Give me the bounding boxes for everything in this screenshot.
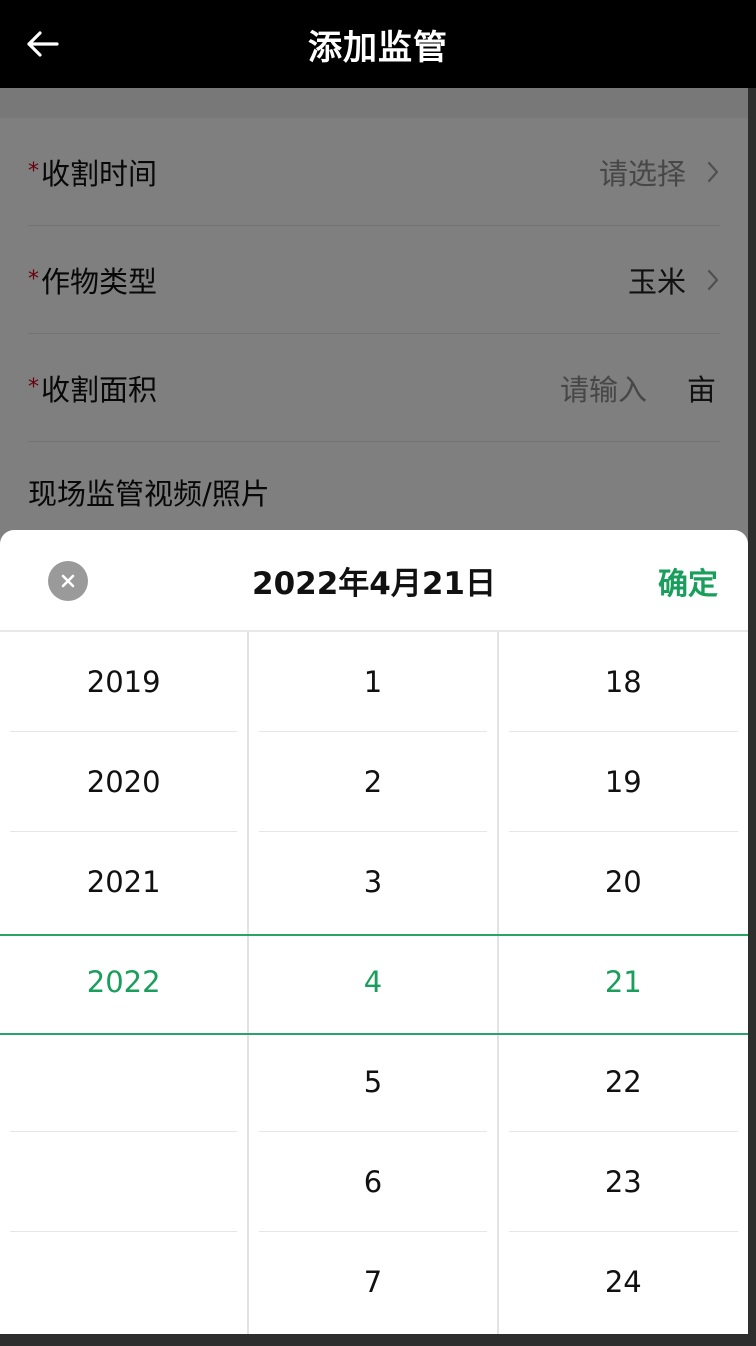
- day-option[interactable]: 23: [508, 1132, 738, 1232]
- picker-header: 2022年4月21日 确定: [0, 530, 748, 632]
- month-option[interactable]: 7: [259, 1232, 486, 1332]
- page: 添加监管 * 收割时间 请选择 * 作物类型 玉米: [0, 0, 756, 1346]
- year-option[interactable]: [10, 1032, 238, 1132]
- month-option[interactable]: 3: [259, 832, 486, 932]
- day-column[interactable]: 18 19 20 21 22 23 24: [499, 632, 748, 1334]
- edge-strip: [748, 88, 756, 1346]
- month-option[interactable]: 2: [259, 732, 487, 832]
- year-option[interactable]: 2021: [10, 832, 237, 932]
- page-title: 添加监管: [308, 27, 448, 68]
- year-option[interactable]: 2022: [10, 932, 237, 1032]
- year-column[interactable]: 2019 2020 2021 2022: [0, 632, 250, 1334]
- picker-columns: 2019 2020 2021 2022 1234567 18 19 20 21 22 23 24: [0, 632, 748, 1334]
- year-option[interactable]: 2020: [10, 732, 238, 832]
- year-option[interactable]: [10, 1232, 237, 1332]
- month-option[interactable]: 5: [259, 1032, 487, 1132]
- month-column[interactable]: 1234567: [249, 632, 499, 1334]
- day-option[interactable]: 20: [509, 832, 738, 932]
- month-option[interactable]: 4: [259, 932, 486, 1032]
- year-option[interactable]: [10, 1132, 238, 1232]
- year-option[interactable]: 2019: [10, 632, 238, 732]
- bottom-strip: [0, 1334, 756, 1346]
- month-option[interactable]: 6: [259, 1132, 487, 1232]
- confirm-button[interactable]: 确定: [658, 530, 718, 632]
- day-option[interactable]: 21: [509, 932, 738, 1032]
- back-arrow-icon[interactable]: [22, 26, 62, 62]
- day-option[interactable]: 19: [508, 732, 738, 832]
- date-picker-sheet: 2022年4月21日 确定 2019 2020 2021 2022 1234567 1…: [0, 530, 748, 1334]
- day-option[interactable]: 18: [508, 632, 738, 732]
- day-option[interactable]: 22: [508, 1032, 738, 1132]
- close-icon[interactable]: [48, 561, 88, 601]
- day-option[interactable]: 24: [509, 1232, 738, 1332]
- month-option[interactable]: 1: [259, 632, 487, 732]
- picker-title: 2022年4月21日: [252, 565, 496, 602]
- nav-header: 添加监管: [0, 0, 756, 88]
